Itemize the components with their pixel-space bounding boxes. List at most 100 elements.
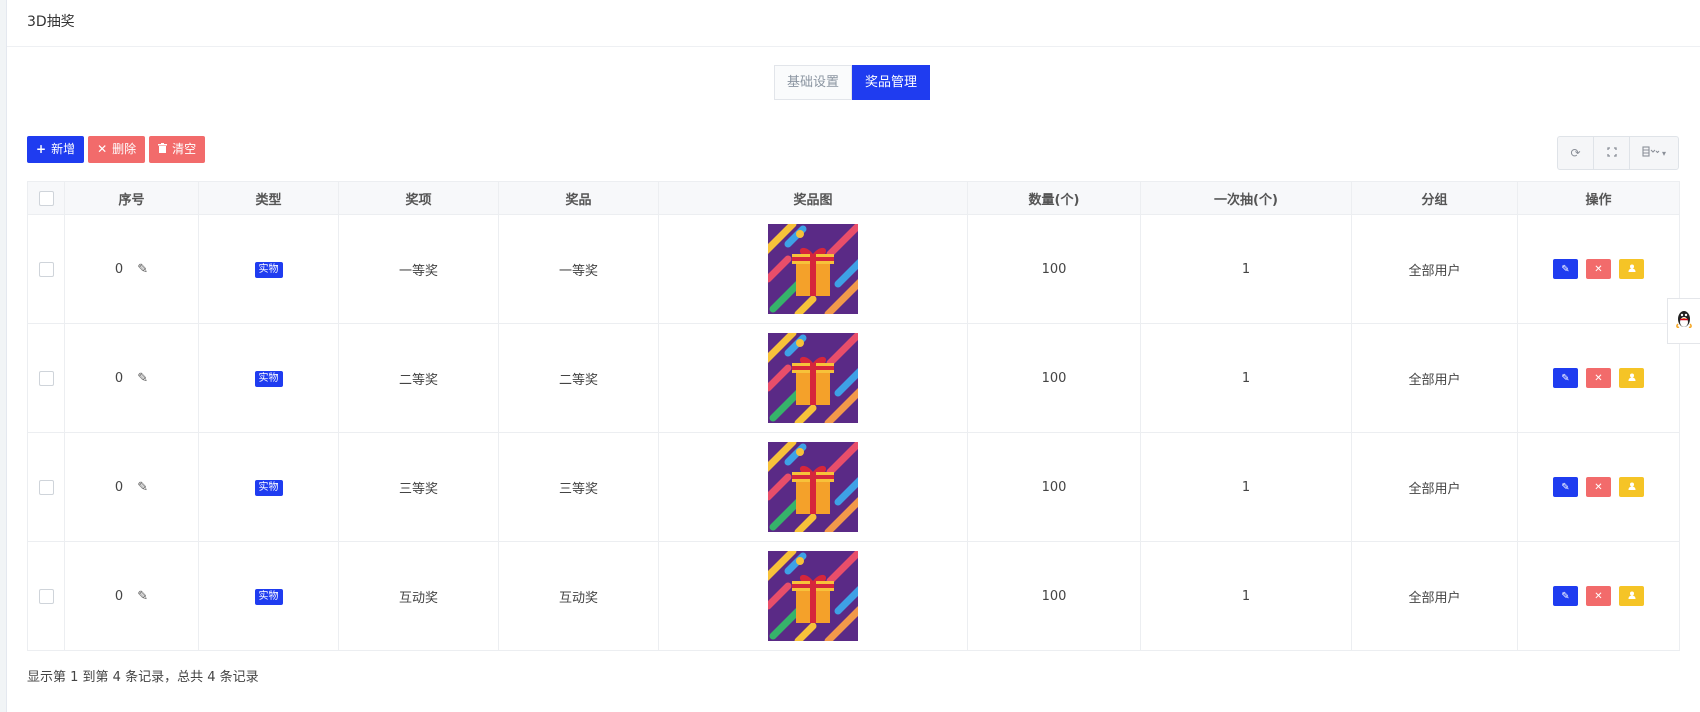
delete-row-button[interactable]: ✕ xyxy=(1586,477,1611,497)
group-cell: 全部用户 xyxy=(1351,432,1518,542)
assign-user-button[interactable] xyxy=(1619,368,1644,388)
column-header-award[interactable]: 奖项 xyxy=(338,181,499,215)
pencil-icon[interactable]: ✎ xyxy=(137,589,148,604)
type-cell: 实物 xyxy=(198,432,339,542)
order-value: 0 xyxy=(114,370,124,386)
fullscreen-icon xyxy=(1606,146,1617,160)
order-value: 0 xyxy=(114,261,124,277)
edit-button[interactable]: ✎ xyxy=(1553,368,1578,388)
per-draw-cell: 1 xyxy=(1140,541,1352,651)
refresh-button[interactable]: ⟳ xyxy=(1558,137,1594,169)
per-draw-cell: 1 xyxy=(1140,432,1352,542)
column-header-actions: 操作 xyxy=(1517,181,1680,215)
type-cell: 实物 xyxy=(198,541,339,651)
prize-table: 序号 类型 奖项 奖品 奖品图 数量(个) 一次抽(个) 分组 操作 0 ✎ 实… xyxy=(27,181,1680,651)
assign-user-button[interactable] xyxy=(1619,477,1644,497)
qq-support-button[interactable] xyxy=(1667,298,1700,344)
add-button[interactable]: + 新增 xyxy=(27,136,85,163)
edit-button[interactable]: ✎ xyxy=(1553,259,1578,279)
column-header-per-draw[interactable]: 一次抽(个) xyxy=(1140,181,1352,215)
group-cell: 全部用户 xyxy=(1351,214,1518,324)
tab-bar: 基础设置 奖品管理 xyxy=(774,65,931,100)
prize-cell: 一等奖 xyxy=(498,214,659,324)
prize-cell: 互动奖 xyxy=(498,541,659,651)
toolbar: + 新增 ✕ 删除 清空 xyxy=(27,136,206,163)
tab-basic-settings[interactable]: 基础设置 xyxy=(774,65,853,100)
type-badge: 实物 xyxy=(254,479,283,496)
main-panel: 3D抽奖 基础设置 奖品管理 + 新增 ✕ 删除 清空 ⟳ ▾ 序号 类型 奖项… xyxy=(6,0,1700,712)
user-icon xyxy=(1628,591,1636,602)
pagination-info: 显示第 1 到第 4 条记录，总共 4 条记录 xyxy=(27,670,259,685)
per-draw-cell: 1 xyxy=(1140,323,1352,433)
column-header-prize[interactable]: 奖品 xyxy=(498,181,659,215)
type-badge: 实物 xyxy=(254,370,283,387)
prize-image-cell xyxy=(658,214,968,324)
award-cell: 二等奖 xyxy=(338,323,499,433)
type-badge: 实物 xyxy=(254,261,283,278)
prize-image[interactable] xyxy=(768,551,858,641)
pencil-icon[interactable]: ✎ xyxy=(137,371,148,386)
prize-image[interactable] xyxy=(768,442,858,532)
row-checkbox[interactable] xyxy=(38,588,54,604)
actions-cell: ✎ ✕ xyxy=(1517,541,1680,651)
pencil-icon: ✎ xyxy=(1561,372,1570,384)
column-header-quantity[interactable]: 数量(个) xyxy=(967,181,1141,215)
chevron-down-icon: ▾ xyxy=(1661,148,1666,158)
assign-user-button[interactable] xyxy=(1619,586,1644,606)
fullscreen-button[interactable] xyxy=(1594,137,1630,169)
select-all-checkbox[interactable] xyxy=(38,190,54,206)
edit-button[interactable]: ✎ xyxy=(1553,586,1578,606)
delete-row-button[interactable]: ✕ xyxy=(1586,368,1611,388)
column-header-type[interactable]: 类型 xyxy=(198,181,339,215)
prize-image-cell xyxy=(658,323,968,433)
award-cell: 互动奖 xyxy=(338,541,499,651)
type-cell: 实物 xyxy=(198,214,339,324)
tab-prize-management[interactable]: 奖品管理 xyxy=(852,65,931,100)
column-header-order[interactable]: 序号 xyxy=(64,181,199,215)
award-cell: 一等奖 xyxy=(338,214,499,324)
row-select-cell xyxy=(27,541,65,651)
pencil-icon[interactable]: ✎ xyxy=(137,480,148,495)
order-value: 0 xyxy=(114,588,124,604)
delete-button[interactable]: ✕ 删除 xyxy=(88,136,146,163)
table-row[interactable]: 0 ✎ 实物 二等奖 二等奖 100 1 全部用户 ✎ ✕ xyxy=(27,323,1680,433)
user-icon xyxy=(1628,482,1636,493)
qq-penguin-icon xyxy=(1674,308,1694,334)
select-all-cell xyxy=(27,181,65,215)
clear-button[interactable]: 清空 xyxy=(149,136,206,163)
pencil-icon[interactable]: ✎ xyxy=(137,262,148,277)
row-select-cell xyxy=(27,214,65,324)
order-value: 0 xyxy=(114,479,124,495)
order-cell: 0 ✎ xyxy=(64,214,199,324)
close-icon: ✕ xyxy=(1594,481,1603,493)
delete-row-button[interactable]: ✕ xyxy=(1586,586,1611,606)
prize-image-cell xyxy=(658,541,968,651)
quantity-cell: 100 xyxy=(967,323,1141,433)
actions-cell: ✎ ✕ xyxy=(1517,432,1680,542)
table-tools: ⟳ ▾ xyxy=(1557,136,1679,170)
row-select-cell xyxy=(27,323,65,433)
prize-image[interactable] xyxy=(768,333,858,423)
row-checkbox[interactable] xyxy=(38,370,54,386)
prize-image-cell xyxy=(658,432,968,542)
table-row[interactable]: 0 ✎ 实物 一等奖 一等奖 100 1 全部用户 ✎ ✕ xyxy=(27,214,1680,324)
table-row[interactable]: 0 ✎ 实物 互动奖 互动奖 100 1 全部用户 ✎ ✕ xyxy=(27,541,1680,651)
row-checkbox[interactable] xyxy=(38,479,54,495)
columns-toggle-button[interactable]: ▾ xyxy=(1630,137,1678,169)
prize-image[interactable] xyxy=(768,224,858,314)
prize-cell: 二等奖 xyxy=(498,323,659,433)
column-header-prize-image[interactable]: 奖品图 xyxy=(658,181,968,215)
delete-row-button[interactable]: ✕ xyxy=(1586,259,1611,279)
table-row[interactable]: 0 ✎ 实物 三等奖 三等奖 100 1 全部用户 ✎ ✕ xyxy=(27,432,1680,542)
column-header-group[interactable]: 分组 xyxy=(1351,181,1518,215)
assign-user-button[interactable] xyxy=(1619,259,1644,279)
type-cell: 实物 xyxy=(198,323,339,433)
close-icon: ✕ xyxy=(1594,372,1603,384)
row-checkbox[interactable] xyxy=(38,261,54,277)
close-icon: ✕ xyxy=(97,142,108,156)
edit-button[interactable]: ✎ xyxy=(1553,477,1578,497)
columns-icon xyxy=(1642,146,1660,160)
delete-button-label: 删除 xyxy=(112,142,137,156)
group-cell: 全部用户 xyxy=(1351,323,1518,433)
pencil-icon: ✎ xyxy=(1561,481,1570,493)
